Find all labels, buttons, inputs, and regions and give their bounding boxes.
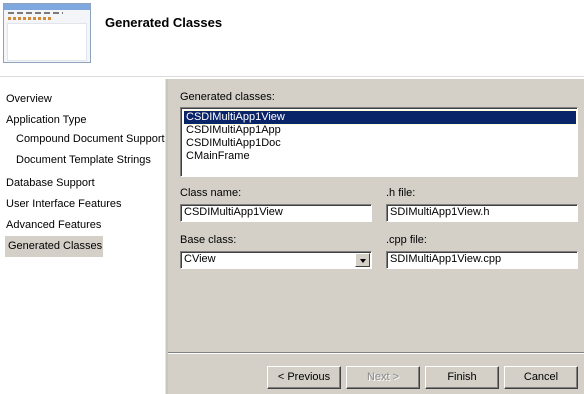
base-class-value: CView	[184, 253, 216, 265]
app-preview-icon	[3, 3, 91, 63]
nav-item-database-support[interactable]: Database Support	[3, 174, 98, 193]
cancel-button[interactable]: Cancel	[504, 366, 578, 389]
nav-item-application-type[interactable]: Application Type	[3, 111, 90, 130]
h-file-label: .h file:	[386, 187, 416, 199]
nav-item-overview[interactable]: Overview	[3, 90, 55, 109]
generated-classes-list[interactable]: CSDIMultiApp1View CSDIMultiApp1App CSDIM…	[180, 107, 578, 177]
base-class-label: Base class:	[180, 234, 237, 246]
finish-button[interactable]: Finish	[425, 366, 499, 389]
list-item[interactable]: CSDIMultiApp1App	[184, 124, 576, 137]
wizard-header: Generated Classes	[0, 0, 584, 76]
page-title: Generated Classes	[105, 15, 223, 30]
header-divider	[0, 76, 584, 78]
class-name-label: Class name:	[180, 187, 242, 199]
list-item[interactable]: CSDIMultiApp1Doc	[184, 137, 576, 150]
button-divider	[168, 352, 584, 354]
nav-item-document-template-strings[interactable]: Document Template Strings	[13, 151, 154, 170]
nav-item-advanced-features[interactable]: Advanced Features	[3, 216, 104, 235]
base-class-select[interactable]: CView	[180, 251, 372, 269]
nav-item-generated-classes[interactable]: Generated Classes	[5, 236, 103, 257]
class-name-field[interactable]: CSDIMultiApp1View	[180, 204, 372, 222]
chevron-down-icon[interactable]	[355, 253, 370, 267]
next-button[interactable]: Next >	[346, 366, 420, 389]
list-item[interactable]: CMainFrame	[184, 150, 576, 163]
previous-button[interactable]: < Previous	[267, 366, 341, 389]
h-file-field[interactable]: SDIMultiApp1View.h	[386, 204, 578, 222]
cpp-file-label: .cpp file:	[386, 234, 427, 246]
list-item[interactable]: CSDIMultiApp1View	[183, 110, 577, 125]
nav-item-compound-document-support[interactable]: Compound Document Support	[13, 130, 168, 149]
generated-classes-label: Generated classes:	[180, 91, 275, 103]
nav-item-user-interface-features[interactable]: User Interface Features	[3, 195, 125, 214]
cpp-file-field[interactable]: SDIMultiApp1View.cpp	[386, 251, 578, 269]
